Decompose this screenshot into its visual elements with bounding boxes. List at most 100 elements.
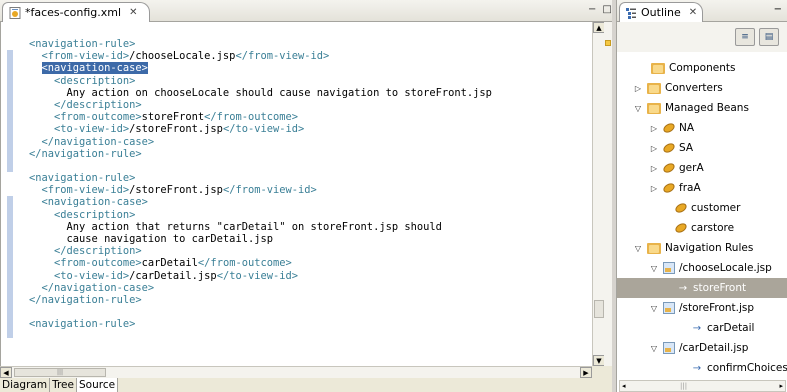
close-icon[interactable]: ✕ <box>129 7 137 18</box>
tree-item[interactable]: customer <box>661 198 740 218</box>
folder-icon <box>651 62 665 74</box>
expand-toggle-icon[interactable]: ▷ <box>649 184 659 193</box>
code-line[interactable]: <from-view-id>/storeFront.jsp</from-view… <box>29 184 492 196</box>
code-line[interactable]: Any action that returns "carDetail" on s… <box>29 221 492 233</box>
code-line[interactable]: </description> <box>29 99 492 111</box>
expand-toggle-icon[interactable]: ▷ <box>649 164 659 173</box>
maximize-icon[interactable]: □ <box>602 4 611 15</box>
scroll-left-icon[interactable]: ◀ <box>0 367 12 378</box>
expand-toggle-icon[interactable]: ▽ <box>649 264 659 273</box>
outline-tabbar: Outline ✕ − <box>617 0 787 22</box>
tree-item[interactable]: Components <box>637 58 735 78</box>
expand-toggle-icon[interactable]: ▽ <box>649 344 659 353</box>
tree-item[interactable]: ▽ /carDetail.jsp <box>649 338 748 358</box>
code-token: <to-view-id> <box>29 123 130 136</box>
tree-item-label: /carDetail.jsp <box>679 342 749 354</box>
code-line[interactable]: <description> <box>29 209 492 221</box>
code-token: </navigation-case> <box>29 135 155 148</box>
arrow-icon: → <box>692 322 702 334</box>
editor-page-tabs: Diagram Tree Source <box>0 378 612 392</box>
tree-item[interactable]: ▽ Managed Beans <box>633 98 749 118</box>
editor-tab-faces-config[interactable]: *faces-config.xml ✕ <box>2 2 150 22</box>
tree-item[interactable]: ▷ SA <box>649 138 693 158</box>
scroll-right-icon[interactable]: ▶ <box>580 367 592 378</box>
scroll-left-icon[interactable]: ◂ <box>622 381 626 391</box>
code-token: <from-outcome> <box>29 111 142 124</box>
change-marker <box>7 50 13 172</box>
tree-item[interactable]: ▷ gerA <box>649 158 704 178</box>
expand-toggle-icon[interactable]: ▷ <box>649 124 659 133</box>
tree-item[interactable]: → confirmChoices <box>677 358 787 378</box>
page-icon <box>663 262 675 274</box>
tree-item[interactable]: → carDetail <box>677 318 755 338</box>
code-token: </to-view-id> <box>222 123 305 136</box>
code-token: <navigation-case> <box>29 196 148 209</box>
horizontal-scrollbar[interactable]: ◀ ||| ▶ <box>0 366 592 378</box>
outline-horizontal-scrollbar[interactable]: ◂ ||| ▸ <box>619 380 786 392</box>
view-mode-button[interactable]: ▤ <box>759 28 779 46</box>
code-token: </navigation-case> <box>29 281 155 294</box>
code-token: </from-view-id> <box>222 184 317 197</box>
tree-item[interactable]: → storeFront <box>617 278 787 298</box>
code-line[interactable]: <navigation-case> <box>29 196 492 208</box>
code-line[interactable]: <description> <box>29 75 492 87</box>
code-line[interactable]: <from-outcome>carDetail</from-outcome> <box>29 257 492 269</box>
tree-item-label: Managed Beans <box>665 102 749 114</box>
tree-item[interactable]: ▽ /chooseLocale.jsp <box>649 258 772 278</box>
editor-pane: *faces-config.xml ✕ − □ <navigation-rule… <box>0 0 612 392</box>
bean-icon <box>673 221 689 235</box>
hscroll-thumb[interactable]: ||| <box>14 368 106 377</box>
code-line[interactable] <box>29 306 492 318</box>
code-line[interactable]: <from-view-id>/chooseLocale.jsp</from-vi… <box>29 50 492 62</box>
tree-item[interactable]: ▽ /storeFront.jsp <box>649 298 754 318</box>
xml-file-icon <box>9 6 21 19</box>
code-line[interactable]: </description> <box>29 245 492 257</box>
tree-item-label: NA <box>679 122 695 134</box>
code-line[interactable]: </navigation-rule> <box>29 148 492 160</box>
code-line[interactable]: <navigation-case> <box>29 62 492 75</box>
scroll-thumb[interactable] <box>594 300 604 318</box>
code-line[interactable]: <navigation-rule> <box>29 172 492 184</box>
code-line[interactable]: <to-view-id>/storeFront.jsp</to-view-id> <box>29 123 492 135</box>
tree-item[interactable]: ▷ fraA <box>649 178 701 198</box>
code-line[interactable]: <navigation-rule> <box>29 318 492 330</box>
source-editor[interactable]: <navigation-rule> <from-view-id>/chooseL… <box>0 22 604 366</box>
collapse-all-button[interactable]: ≡ <box>735 28 755 46</box>
code-token: <from-outcome> <box>29 257 142 270</box>
code-line[interactable]: <from-outcome>storeFront</from-outcome> <box>29 111 492 123</box>
minimize-icon[interactable]: − <box>774 4 782 15</box>
scroll-right-icon[interactable]: ▸ <box>779 381 783 391</box>
code-token: </to-view-id> <box>216 269 299 282</box>
expand-toggle-icon[interactable]: ▽ <box>649 304 659 313</box>
tree-item-label: carstore <box>691 222 735 234</box>
close-icon[interactable]: ✕ <box>689 7 697 18</box>
code-token: <navigation-rule> <box>29 172 136 185</box>
code-line[interactable]: cause navigation to carDetail.jsp <box>29 233 492 245</box>
code-line[interactable]: </navigation-rule> <box>29 294 492 306</box>
code-text[interactable]: <navigation-rule> <from-view-id>/chooseL… <box>29 38 492 331</box>
code-line[interactable] <box>29 160 492 172</box>
code-line[interactable]: Any action on chooseLocale should cause … <box>29 87 492 99</box>
code-line[interactable]: </navigation-case> <box>29 282 492 294</box>
expand-toggle-icon[interactable]: ▷ <box>649 144 659 153</box>
expand-toggle-icon[interactable]: ▽ <box>633 104 643 113</box>
code-line[interactable]: <navigation-rule> <box>29 38 492 50</box>
vertical-scrollbar[interactable]: ▲ ▼ <box>592 22 605 366</box>
tree-item[interactable]: carstore <box>661 218 734 238</box>
tree-item[interactable]: ▷ Converters <box>633 78 723 98</box>
tree-item[interactable]: ▽ Navigation Rules <box>633 238 753 258</box>
warning-marker[interactable] <box>605 40 611 46</box>
tab-diagram[interactable]: Diagram <box>0 378 51 392</box>
tab-tree[interactable]: Tree <box>50 378 77 392</box>
tab-source[interactable]: Source <box>76 378 119 392</box>
tree-item[interactable]: ▷ NA <box>649 118 694 138</box>
expand-toggle-icon[interactable]: ▷ <box>633 84 643 93</box>
bean-icon <box>661 161 677 175</box>
code-line[interactable]: </navigation-case> <box>29 136 492 148</box>
minimize-icon[interactable]: − <box>588 4 596 15</box>
expand-toggle-icon[interactable]: ▽ <box>633 244 643 253</box>
code-line[interactable]: <to-view-id>/carDetail.jsp</to-view-id> <box>29 270 492 282</box>
tree-item-label: SA <box>679 142 694 154</box>
outline-tab[interactable]: Outline ✕ <box>619 2 703 22</box>
hscroll-thumb[interactable]: ||| <box>680 381 687 391</box>
